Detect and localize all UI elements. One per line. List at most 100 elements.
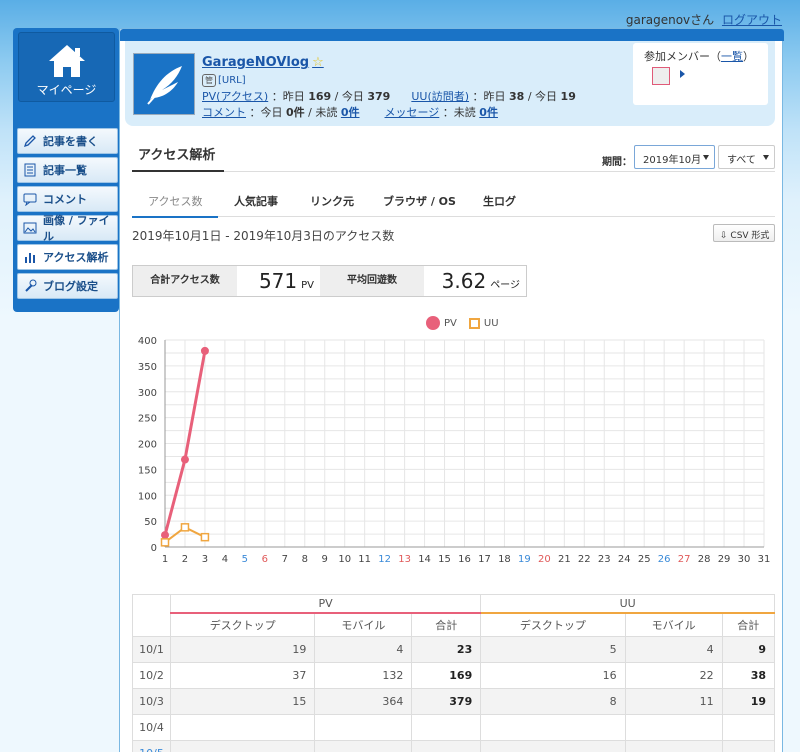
table-cell: 379 xyxy=(411,688,482,715)
sidebar-item-label: アクセス解析 xyxy=(43,251,109,264)
table-cell xyxy=(721,740,776,752)
blog-title: GarageNOVlog xyxy=(202,55,310,70)
tab-popular-articles[interactable]: 人気記事 xyxy=(234,193,278,209)
x-tick-label: 23 xyxy=(598,554,611,565)
csv-button[interactable]: ⇩ CSV 形式 xyxy=(713,224,775,242)
col-header: デスクトップ xyxy=(169,612,316,637)
x-tick-label: 11 xyxy=(358,554,371,565)
total-access-value: 571 PV xyxy=(258,269,314,293)
row-date: 10/3 xyxy=(132,688,171,715)
logout-link[interactable]: ログアウト xyxy=(722,13,782,27)
legend-uu-marker xyxy=(468,317,480,329)
table-cell xyxy=(480,740,626,752)
members-list-link[interactable]: 一覧 xyxy=(721,50,743,63)
mypage-button[interactable]: マイページ xyxy=(18,32,115,102)
url-link[interactable]: [URL] xyxy=(218,75,246,86)
message-text: ：未読 xyxy=(442,106,476,119)
table-group-uu: UU xyxy=(480,594,775,614)
col-header: モバイル xyxy=(624,612,723,637)
y-tick-label: 150 xyxy=(138,465,157,476)
message-link[interactable]: メッセージ xyxy=(385,106,440,119)
table-cell: 9 xyxy=(721,636,776,663)
table-cell xyxy=(169,740,316,752)
col-header: デスクトップ xyxy=(480,612,626,637)
x-tick-label: 9 xyxy=(322,554,328,565)
tab-browser-os[interactable]: ブラウザ / OS xyxy=(383,193,456,209)
y-tick-label: 350 xyxy=(138,362,157,373)
x-tick-label: 26 xyxy=(658,554,671,565)
table-row: 10/1 19 4 23 5 4 9 xyxy=(132,636,776,663)
pv-text: ：昨日 xyxy=(271,90,305,103)
table-corner xyxy=(132,594,171,637)
x-tick-label: 30 xyxy=(738,554,751,565)
pv-stat-line: PV(アクセス) ：昨日 169 / 今日 379 UU(訪問者) ：昨日 38… xyxy=(202,88,576,104)
table-cell xyxy=(314,714,413,741)
uu-text: ：昨日 xyxy=(472,90,506,103)
sidebar-item-settings[interactable]: ブログ設定 xyxy=(17,273,118,299)
filter-select[interactable]: すべて xyxy=(718,145,775,169)
sidebar-item-images[interactable]: 画像 / ファイル xyxy=(17,214,118,243)
table-cell: 19 xyxy=(721,688,776,715)
row-date: 10/4 xyxy=(132,714,171,741)
y-tick-label: 200 xyxy=(138,440,157,451)
row-date[interactable]: 10/5 xyxy=(132,740,171,752)
x-tick-label: 8 xyxy=(302,554,308,565)
data-point-pv[interactable] xyxy=(180,455,189,464)
star-icon[interactable]: ☆ xyxy=(312,55,324,70)
admin-badge: 管 xyxy=(202,74,216,87)
arrow-right-icon[interactable] xyxy=(680,70,685,78)
tab-bar: アクセス数 人気記事 リンク元 ブラウザ / OS 生ログ xyxy=(132,189,775,218)
user-bar: garagenovさん ログアウト xyxy=(626,11,782,28)
data-point-pv[interactable] xyxy=(161,531,169,540)
y-tick-label: 50 xyxy=(144,517,157,528)
x-tick-label: 3 xyxy=(202,554,208,565)
message-unread-link[interactable]: 0件 xyxy=(479,106,498,119)
pencil-icon xyxy=(23,134,37,148)
uu-link[interactable]: UU(訪問者) xyxy=(411,90,469,103)
y-tick-label: 250 xyxy=(138,414,157,425)
table-cell: 16 xyxy=(480,662,626,689)
sidebar-item-articles[interactable]: 記事一覧 xyxy=(17,157,118,183)
image-icon xyxy=(23,221,37,235)
feather-icon[interactable] xyxy=(133,53,195,115)
sidebar-item-write[interactable]: 記事を書く xyxy=(17,128,118,154)
filter-select-value: すべて xyxy=(727,155,756,166)
data-point-uu[interactable] xyxy=(200,532,210,542)
table-cell: 364 xyxy=(314,688,413,715)
x-tick-label: 24 xyxy=(618,554,631,565)
table-cell xyxy=(721,714,776,741)
url-line: 管 [URL] xyxy=(202,74,246,87)
legend-uu-label: UU xyxy=(483,317,499,329)
data-point-pv[interactable] xyxy=(200,346,209,355)
period-select[interactable]: 2019年10月 xyxy=(634,145,715,169)
sidebar-item-label: 記事一覧 xyxy=(43,164,87,177)
table-cell: 169 xyxy=(411,662,482,689)
x-tick-label: 4 xyxy=(222,554,228,565)
row-date: 10/2 xyxy=(132,662,171,689)
sidebar-item-comments[interactable]: コメント xyxy=(17,186,118,212)
x-tick-label: 25 xyxy=(638,554,651,565)
comment-unread-link[interactable]: 0件 xyxy=(341,106,360,119)
bar-chart-icon xyxy=(23,250,37,264)
data-point-uu[interactable] xyxy=(160,538,170,547)
table-cell xyxy=(411,740,482,752)
chevron-down-icon xyxy=(763,155,769,160)
main-panel: GarageNOVlog ☆ 管 [URL] PV(アクセス) ：昨日 169 / … xyxy=(119,28,784,752)
data-point-uu[interactable] xyxy=(180,523,190,532)
tab-access-count[interactable]: アクセス数 xyxy=(148,193,202,209)
pv-link[interactable]: PV(アクセス) xyxy=(202,90,268,103)
x-tick-label: 27 xyxy=(678,554,691,565)
comment-link[interactable]: コメント xyxy=(202,106,246,119)
avatar[interactable] xyxy=(652,67,670,85)
avg-pages-value: 3.62 ページ xyxy=(441,269,520,293)
sidebar-item-analytics[interactable]: アクセス解析 xyxy=(17,244,118,270)
legend-pv-marker xyxy=(426,316,440,330)
col-header: 合計 xyxy=(411,612,482,637)
mypage-label: マイページ xyxy=(36,83,97,97)
comment-unread-text: / 未読 xyxy=(308,106,338,119)
y-tick-label: 400 xyxy=(138,336,157,347)
blog-title-link[interactable]: GarageNOVlog ☆ xyxy=(202,55,324,70)
tab-referrers[interactable]: リンク元 xyxy=(310,193,354,209)
home-icon xyxy=(46,43,88,79)
tab-raw-log[interactable]: 生ログ xyxy=(483,193,516,209)
